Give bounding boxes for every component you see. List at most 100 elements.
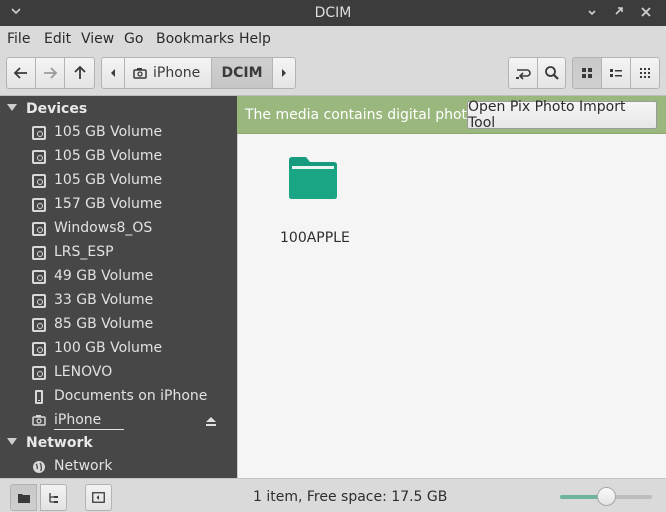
sidebar-section-network[interactable]: Network [0,433,237,455]
show-places-button[interactable] [10,484,37,511]
arrow-left-icon [13,67,27,79]
arrow-right-icon [44,67,58,79]
sidebar-item-label: Documents on iPhone [54,388,208,404]
sidebar-item-volume[interactable]: 105 GB Volume [0,145,237,169]
sidebar-item-volume[interactable]: 157 GB Volume [0,193,237,217]
sidebar-item-volume[interactable]: 49 GB Volume [0,265,237,289]
status-text: 1 item, Free space: 17.5 GB [253,489,448,505]
list-view-button[interactable] [601,57,631,89]
sidebar-item-volume[interactable]: 33 GB Volume [0,289,237,313]
sidebar: Devices 105 GB Volume 105 GB Volume 105 … [0,96,237,478]
sidebar-item-lrs-esp[interactable]: LRS_ESP [0,241,237,265]
iphone-underline [54,429,124,430]
sidebar-item-windows8-os[interactable]: Windows8_OS [0,217,237,241]
camera-icon [133,68,147,79]
sidebar-item-label: 85 GB Volume [54,316,154,332]
sidebar-item-label: 105 GB Volume [54,148,163,164]
disk-icon [32,246,46,260]
open-import-tool-button[interactable]: Open Pix Photo Import Tool [467,99,657,131]
disk-icon [32,174,46,188]
menu-edit[interactable]: Edit [44,31,71,47]
minimize-button[interactable] [582,3,602,23]
disk-icon [32,198,46,212]
title-bar: DCIM [0,0,666,26]
eject-icon[interactable] [205,415,217,431]
disk-icon [32,318,46,332]
maximize-button[interactable] [609,3,629,23]
menu-bookmarks[interactable]: Bookmarks [156,31,234,47]
sidebar-section-title: Devices [26,101,88,117]
disk-icon [32,294,46,308]
expander-icon [7,104,17,111]
sidebar-item-documents-on-iphone[interactable]: Documents on iPhone [0,385,237,409]
toolbar: iPhone DCIM [0,52,666,96]
forward-button[interactable] [35,57,65,89]
menu-view[interactable]: View [81,31,114,47]
sidebar-item-volume[interactable]: 85 GB Volume [0,313,237,337]
sidebar-item-label: 100 GB Volume [54,340,163,356]
breadcrumb-scroll-left[interactable] [101,57,125,89]
toggle-location-icon [516,69,531,80]
disk-icon [32,150,46,164]
breadcrumb-scroll-right[interactable] [272,57,296,89]
sidebar-section-title: Network [26,435,93,451]
search-icon [544,66,559,80]
folder-icon [17,493,30,503]
sidebar-section-devices[interactable]: Devices [0,99,237,121]
chevron-left-icon [111,69,115,77]
folder-item[interactable]: 100APPLE [280,152,350,246]
close-button[interactable] [636,3,656,23]
tree-icon [48,492,58,503]
disk-icon [32,222,46,236]
menu-file[interactable]: File [7,31,30,47]
up-button[interactable] [64,57,95,89]
breadcrumb-iphone[interactable]: iPhone [124,57,212,89]
camera-icon [32,414,46,428]
arrow-up-icon [73,65,86,79]
disk-icon [32,270,46,284]
icon-view-button[interactable] [572,57,602,89]
sidebar-item-label: 105 GB Volume [54,172,163,188]
compact-view-icon [640,68,650,78]
info-bar: The media contains digital photos. Open … [237,96,666,134]
sidebar-item-label: 33 GB Volume [54,292,154,308]
back-button[interactable] [6,57,36,89]
status-bar: 1 item, Free space: 17.5 GB [0,478,666,512]
zoom-slider-handle[interactable] [596,487,616,506]
disk-icon [32,366,46,380]
sidebar-item-volume[interactable]: 105 GB Volume [0,169,237,193]
toggle-sidebar-button[interactable] [85,484,112,511]
file-view[interactable]: 100APPLE [237,134,666,478]
toggle-location-button[interactable] [508,57,538,89]
menu-bar: File Edit View Go Bookmarks Help [0,26,666,52]
sidebar-item-lenovo[interactable]: LENOVO [0,361,237,385]
disk-icon [32,342,46,356]
sidebar-toggle-icon [92,492,105,503]
list-view-icon [610,69,622,77]
sidebar-item-label: LRS_ESP [54,244,114,260]
sidebar-item-label: 105 GB Volume [54,124,163,140]
sidebar-item-label: Windows8_OS [54,220,153,236]
show-tree-button[interactable] [40,484,67,511]
sidebar-item-volume[interactable]: 105 GB Volume [0,121,237,145]
sidebar-item-label: 49 GB Volume [54,268,154,284]
sidebar-item-label: Network [54,458,113,474]
window-title: DCIM [314,5,352,21]
sidebar-item-label: iPhone [54,412,102,428]
expander-icon [7,438,17,445]
disk-icon [32,126,46,140]
sidebar-item-volume[interactable]: 100 GB Volume [0,337,237,361]
icon-view-icon [582,68,592,78]
menu-help[interactable]: Help [239,31,271,47]
chevron-right-icon [282,69,286,77]
search-button[interactable] [537,57,566,89]
info-message: The media contains digital photos. [245,107,488,123]
sidebar-item-label: 157 GB Volume [54,196,163,212]
phone-icon [35,390,43,404]
compact-view-button[interactable] [630,57,660,89]
sidebar-item-label: LENOVO [54,364,113,380]
breadcrumb-dcim[interactable]: DCIM [211,57,273,89]
sidebar-item-network[interactable]: Network [0,455,237,478]
menu-go[interactable]: Go [124,31,143,47]
folder-label: 100APPLE [280,230,350,246]
